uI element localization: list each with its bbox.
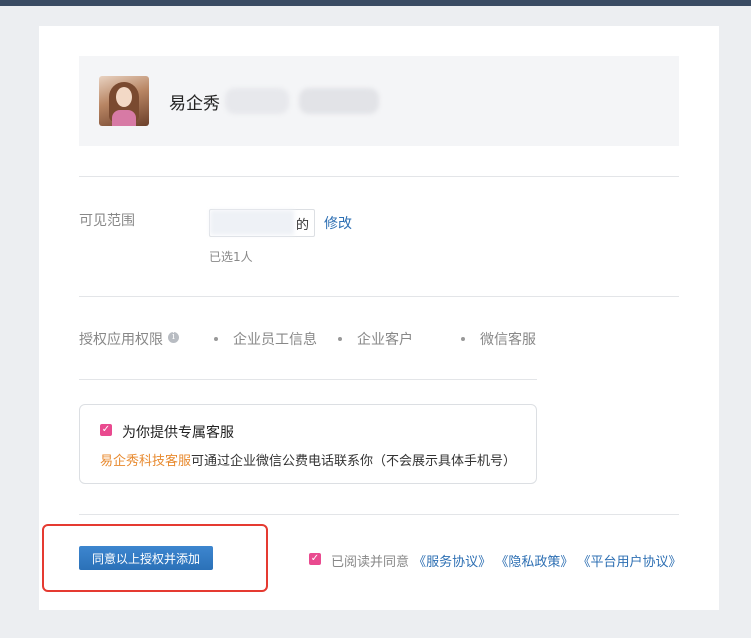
app-header: 易企秀 [79, 56, 679, 146]
blurred-text [225, 88, 289, 114]
bullet-icon [338, 337, 342, 341]
service-checkbox[interactable]: ✓ [100, 424, 112, 436]
scope-label: 可见范围 [79, 213, 135, 229]
bullet-icon [461, 337, 465, 341]
divider [79, 379, 537, 380]
top-bar [0, 0, 751, 6]
divider [79, 514, 679, 515]
agreement-checkbox[interactable]: ✓ [309, 553, 321, 565]
service-option-box [79, 404, 537, 484]
platform-user-agreement-link[interactable]: 《平台用户协议》 [577, 555, 681, 570]
scope-value-suffix: 的 [296, 218, 310, 233]
app-name: 易企秀 [169, 94, 220, 114]
permission-item: 企业员工信息 [233, 332, 317, 348]
info-icon[interactable]: i [168, 332, 179, 343]
divider [79, 296, 679, 297]
blurred-text [299, 88, 379, 114]
avatar-face [116, 87, 132, 107]
permission-item: 企业客户 [357, 332, 413, 348]
privacy-policy-link[interactable]: 《隐私政策》 [495, 555, 573, 570]
service-desc-text: 可通过企业微信公费电话联系你（不会展示具体手机号） [191, 454, 517, 469]
service-description: 易企秀科技客服可通过企业微信公费电话联系你（不会展示具体手机号） [100, 450, 516, 469]
service-agreement-link[interactable]: 《服务协议》 [413, 555, 491, 570]
agreement-prefix: 已阅读并同意 [331, 555, 410, 570]
agreement-line: 已阅读并同意 《服务协议》 《隐私政策》 《平台用户协议》 [331, 551, 681, 570]
permission-item: 微信客服 [480, 332, 536, 348]
service-title: 为你提供专属客服 [122, 425, 234, 441]
app-avatar [99, 76, 149, 126]
divider [79, 176, 679, 177]
avatar-dress [112, 110, 136, 126]
agree-authorize-button[interactable]: 同意以上授权并添加 [79, 546, 213, 570]
selected-count: 已选1人 [209, 250, 253, 264]
edit-scope-link[interactable]: 修改 [324, 213, 352, 233]
bullet-icon [214, 337, 218, 341]
authorization-card: 易企秀 可见范围 的 修改 已选1人 授权应用权限 i 企业员工信息 企业客户 … [39, 26, 719, 610]
permissions-label: 授权应用权限 [79, 332, 163, 348]
blurred-scope-value [210, 210, 294, 235]
service-brand-link[interactable]: 易企秀科技客服 [100, 454, 191, 469]
